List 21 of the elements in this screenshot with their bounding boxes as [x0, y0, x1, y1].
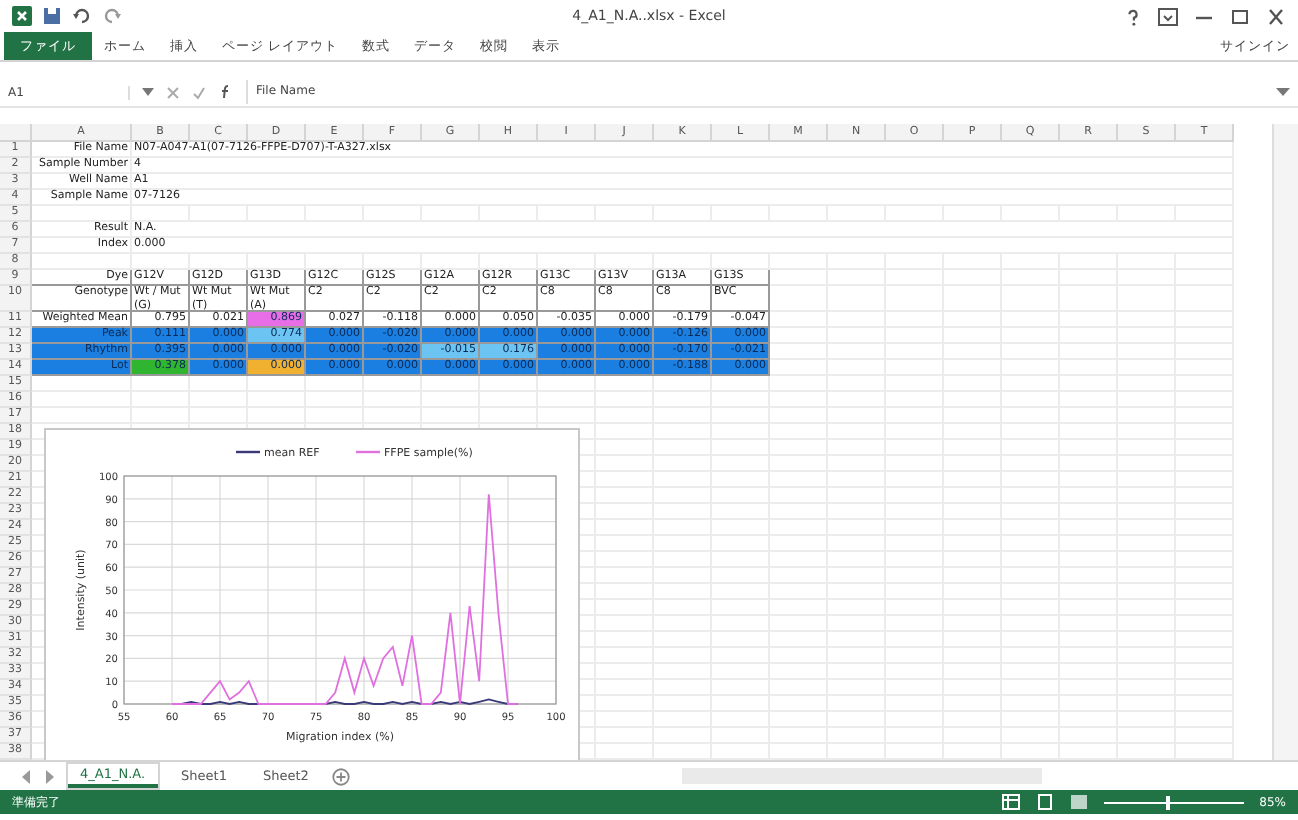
restore-icon[interactable] — [1230, 7, 1250, 25]
save-icon[interactable] — [42, 6, 62, 26]
zoom-thumb[interactable] — [1166, 795, 1171, 809]
normal-view-icon[interactable] — [1001, 794, 1020, 810]
dropdown-icon[interactable] — [142, 86, 154, 98]
page-layout-icon[interactable] — [1035, 794, 1054, 810]
excel-logo-icon[interactable] — [12, 6, 32, 26]
ribbon-options-icon[interactable] — [1158, 7, 1178, 25]
empty-cell — [770, 286, 828, 312]
page-break-icon[interactable] — [1069, 794, 1088, 810]
previous-sheet-icon[interactable] — [20, 769, 32, 783]
expand-icon[interactable] — [1276, 86, 1290, 98]
redo-icon[interactable] — [102, 6, 122, 26]
vertical-scrollbar[interactable] — [1272, 124, 1298, 760]
next-sheet-icon[interactable] — [44, 769, 56, 783]
add-sheet-icon[interactable] — [332, 767, 351, 785]
undo-icon[interactable] — [72, 6, 92, 26]
help-icon[interactable] — [1124, 7, 1142, 25]
close-icon[interactable] — [1266, 7, 1286, 25]
check-icon[interactable] — [192, 85, 206, 99]
function-icon[interactable] — [218, 84, 234, 100]
